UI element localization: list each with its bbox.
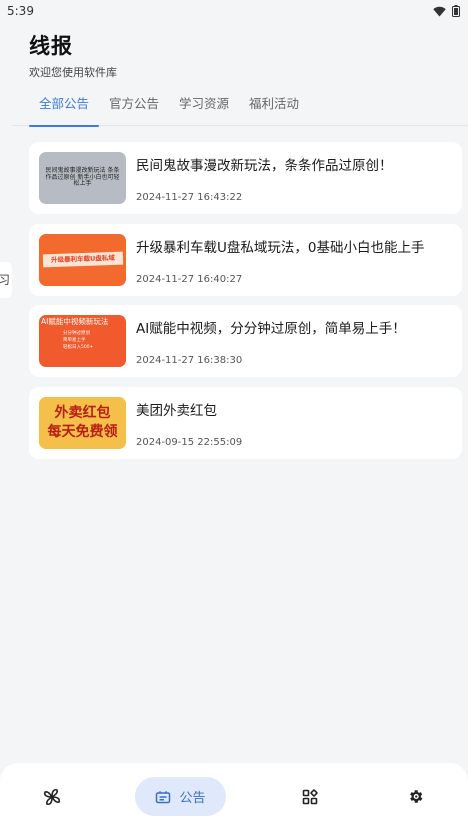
item-thumbnail: 民间鬼故事漫改新玩法 条条作品过原创 新手小白也可轻松上手 xyxy=(39,152,126,204)
side-peek-tab[interactable]: 习 xyxy=(0,262,12,298)
page-title: 线报 xyxy=(29,34,73,58)
list-item[interactable]: 外卖红包 每天免费领 美团外卖红包 2024-09-15 22:55:09 xyxy=(29,386,462,459)
tab-official-announcements[interactable]: 官方公告 xyxy=(99,90,169,126)
thumbnail-subtext-line: 简单易上手 xyxy=(63,337,86,343)
list-item[interactable]: 民间鬼故事漫改新玩法 条条作品过原创 新手小白也可轻松上手 民间鬼故事漫改新玩法… xyxy=(29,142,462,214)
item-title: 升级暴利车载U盘私域玩法，0基础小白也能上手 xyxy=(136,239,425,256)
item-date: 2024-11-27 16:38:30 xyxy=(136,355,243,366)
thumbnail-subtext: 分分钟过原创 简单易上手 轻松日入500+ xyxy=(63,330,93,352)
item-thumbnail: 外卖红包 每天免费领 xyxy=(39,396,126,449)
settings-icon xyxy=(409,790,422,803)
tab-learning-resources[interactable]: 学习资源 xyxy=(169,90,239,126)
nav-settings-button[interactable] xyxy=(403,777,427,816)
tab-all-announcements[interactable]: 全部公告 xyxy=(29,90,100,127)
status-icons xyxy=(433,5,460,17)
tab-bar: 全部公告 官方公告 学习资源 福利活动 xyxy=(12,90,468,127)
item-thumbnail: AI赋能中视频新玩法 分分钟过原创 简单易上手 轻松日入500+ xyxy=(39,315,126,367)
item-title: 民间鬼故事漫改新玩法，条条作品过原创！ xyxy=(136,158,393,174)
apps-icon xyxy=(302,788,318,804)
nav-active-label: 公告 xyxy=(179,791,206,806)
item-title: 美团外卖红包 xyxy=(136,402,217,419)
thumbnail-text: 民间鬼故事漫改新玩法 条条作品过原创 新手小白也可轻松上手 xyxy=(45,166,120,188)
nav-announcements-button[interactable]: 公告 xyxy=(135,777,226,816)
item-title: AI赋能中视频，分分钟过原创，简单易上手！ xyxy=(136,321,406,337)
item-date: 2024-11-27 16:40:27 xyxy=(136,273,243,285)
thumbnail-text: 升级暴利车载U盘私域 xyxy=(42,251,123,268)
thumbnail-subtext-line: 轻松日入500+ xyxy=(63,345,94,350)
thumbnail-text: 每天免费领 xyxy=(47,423,118,440)
page-header: 线报 欢迎您使用软件库 xyxy=(29,30,117,80)
bottom-nav: 公告 xyxy=(0,763,468,832)
nav-home-button[interactable] xyxy=(40,777,64,816)
announcement-list: 民间鬼故事漫改新玩法 条条作品过原创 新手小白也可轻松上手 民间鬼故事漫改新玩法… xyxy=(29,142,462,468)
page-subtitle: 欢迎您使用软件库 xyxy=(29,66,117,79)
battery-icon xyxy=(452,5,460,17)
tab-welfare-activities[interactable]: 福利活动 xyxy=(239,90,309,126)
thumbnail-text: AI赋能中视频新玩法 xyxy=(41,317,109,326)
list-item[interactable]: 升级暴利车载U盘私域 升级暴利车载U盘私域玩法，0基础小白也能上手 2024-1… xyxy=(29,223,462,296)
wifi-icon xyxy=(433,6,446,16)
thumbnail-text: 外卖红包 xyxy=(54,404,111,421)
status-time: 5:39 xyxy=(7,4,34,18)
list-item[interactable]: AI赋能中视频新玩法 分分钟过原创 简单易上手 轻松日入500+ AI赋能中视频… xyxy=(29,305,462,377)
item-thumbnail: 升级暴利车载U盘私域 xyxy=(39,233,126,286)
fan-icon xyxy=(43,788,61,805)
notice-icon xyxy=(156,790,171,803)
thumbnail-subtext-line: 分分钟过原创 xyxy=(63,330,90,336)
item-date: 2024-11-27 16:43:22 xyxy=(136,192,243,203)
nav-apps-button[interactable] xyxy=(298,777,322,816)
item-date: 2024-09-15 22:55:09 xyxy=(136,436,243,448)
status-bar: 5:39 xyxy=(0,0,468,22)
